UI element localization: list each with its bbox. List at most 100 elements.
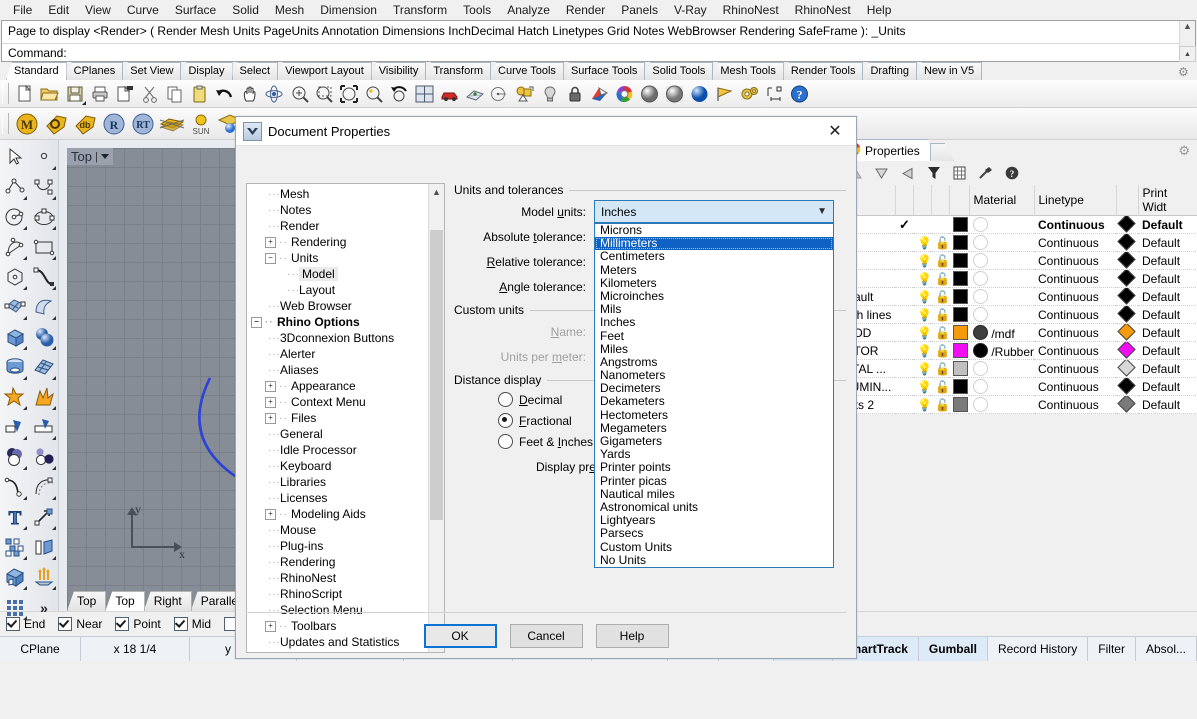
zoom-previous-icon[interactable]	[387, 82, 412, 106]
render-icon[interactable]	[587, 82, 612, 106]
split-icon[interactable]	[29, 412, 58, 442]
layer-color-cell[interactable]	[949, 251, 969, 270]
tree-item-model[interactable]: ··· Model	[247, 266, 428, 282]
toolbar-tab-select[interactable]: Select	[231, 62, 279, 80]
dialog-titlebar[interactable]: Document Properties ✕	[236, 117, 856, 146]
toolbar-tab-surface-tools[interactable]: Surface Tools	[562, 62, 646, 80]
viewport-tab-top-2[interactable]: Top	[105, 591, 145, 611]
tree-item-files[interactable]: + ·· Files	[247, 410, 428, 426]
layer-sheet-icon[interactable]	[947, 162, 972, 184]
lock-icon[interactable]	[562, 82, 587, 106]
layer-lock-cell[interactable]: 🔓	[931, 377, 949, 396]
layer-print-width-cell[interactable]: Default	[1138, 359, 1197, 378]
boolean-two-icon[interactable]	[29, 442, 58, 472]
zoom-extents-icon[interactable]	[337, 82, 362, 106]
tree-item-modeling-aids[interactable]: + ·· Modeling Aids	[247, 506, 428, 522]
layer-lock-cell[interactable]: 🔓	[931, 305, 949, 324]
trim-icon[interactable]	[0, 412, 29, 442]
tree-item-plug-ins[interactable]: ··· Plug-ins	[247, 538, 428, 554]
layer-linetype-cell[interactable]: Continuous	[1034, 305, 1116, 324]
table-row[interactable]: 💡 🔓 Continuous Default	[840, 251, 1197, 270]
col-printcolor[interactable]	[1116, 185, 1139, 216]
select-arrow-icon[interactable]	[0, 142, 29, 172]
toolbar-tab-render-tools[interactable]: Render Tools	[782, 62, 864, 80]
layer-color-cell[interactable]	[949, 269, 969, 288]
layer-color-cell[interactable]	[949, 395, 969, 414]
environment-icon[interactable]	[157, 109, 186, 138]
viewport-menu-caret-icon[interactable]	[100, 154, 109, 159]
materials-M-icon[interactable]: M	[12, 109, 41, 138]
status-cplane[interactable]: CPlane	[0, 637, 81, 661]
tree-item-rhinonest[interactable]: ··· RhinoNest	[247, 570, 428, 586]
toolbar-tab-display[interactable]: Display	[180, 62, 233, 80]
viewport-tab-right[interactable]: Right	[143, 591, 192, 611]
toolbar-tab-mesh-tools[interactable]: Mesh Tools	[712, 62, 784, 80]
layer-lock-cell[interactable]: 🔓	[931, 341, 949, 360]
layer-visible-cell[interactable]: 💡	[913, 377, 931, 396]
tree-item-rendering[interactable]: ··· Rendering	[247, 554, 428, 570]
layer-print-color-cell[interactable]	[1116, 395, 1138, 414]
dropdown-option-microinches[interactable]: Microinches	[595, 289, 833, 303]
car-icon[interactable]	[437, 82, 462, 106]
osnap-end-checkbox[interactable]	[6, 617, 20, 631]
extrude-up-icon[interactable]	[29, 562, 58, 592]
toolbar-grip-2[interactable]	[2, 113, 9, 134]
model-units-dropdown-list[interactable]: Microns Millimeters Centimeters Meters Kilom…	[594, 223, 834, 568]
tree-item-licenses[interactable]: ··· Licenses	[247, 490, 428, 506]
object-properties-O-icon[interactable]	[41, 109, 70, 138]
options-gear-icon[interactable]	[737, 82, 762, 106]
dropdown-option-parsecs[interactable]: Parsecs	[595, 527, 833, 540]
layer-print-width-cell[interactable]: Default	[1138, 305, 1197, 324]
tree-scrollbar[interactable]: ▲ ▼	[428, 184, 444, 652]
dropdown-option-inches[interactable]: Inches	[595, 316, 833, 329]
dropdown-option-printer-picas[interactable]: Printer picas	[595, 474, 833, 488]
save-as-icon[interactable]	[112, 82, 137, 106]
layer-print-width-cell[interactable]: Default	[1138, 341, 1197, 360]
back-arrow-icon[interactable]	[895, 162, 920, 184]
expand-icon[interactable]: +	[265, 412, 276, 424]
layer-linetype-cell[interactable]: Continuous	[1034, 251, 1116, 270]
copy-icon[interactable]	[162, 82, 187, 106]
col-locked[interactable]	[931, 185, 950, 216]
layer-print-width-cell[interactable]: Default	[1138, 323, 1197, 342]
layer-material-cell[interactable]: /Rubber_...	[969, 341, 1034, 360]
layer-current-cell[interactable]: ✓	[895, 215, 913, 234]
dropdown-option-centimeters[interactable]: Centimeters	[595, 250, 833, 263]
cancel-button[interactable]: Cancel	[509, 624, 583, 648]
layer-color-cell[interactable]	[949, 233, 969, 252]
dropdown-option-nautical-miles[interactable]: Nautical miles	[595, 487, 833, 501]
tree-item-rhino-options[interactable]: − ·· Rhino Options	[247, 314, 428, 330]
cut-scissors-icon[interactable]	[137, 82, 162, 106]
expand-icon[interactable]: +	[265, 380, 276, 392]
menu-item-dimension[interactable]: Dimension	[312, 2, 385, 18]
dropdown-option-hectometers[interactable]: Hectometers	[595, 408, 833, 422]
tree-item-rendering[interactable]: + ·· Rendering	[247, 234, 428, 250]
layer-color-cell[interactable]	[949, 305, 969, 324]
offset-curve-icon[interactable]	[29, 472, 58, 502]
layer-material-cell[interactable]	[969, 377, 1034, 396]
col-current[interactable]	[895, 185, 914, 216]
save-icon[interactable]	[62, 82, 87, 106]
boolean-union-icon[interactable]	[0, 382, 29, 412]
layer-visible-cell[interactable]: 💡	[913, 359, 931, 378]
layer-visible-cell[interactable]: 💡	[913, 305, 931, 324]
panel-tab-secondary[interactable]	[930, 143, 954, 161]
tree-item-view[interactable]: +··View	[247, 650, 428, 654]
tree-item-web-browser[interactable]: ··· Web Browser	[247, 298, 428, 314]
tree-item-context-menu[interactable]: + ·· Context Menu	[247, 394, 428, 410]
layer-lock-cell[interactable]: 🔓	[931, 359, 949, 378]
layer-visible-cell[interactable]: 💡	[913, 341, 931, 360]
expand-icon[interactable]: +	[265, 653, 276, 654]
table-row[interactable]: ✓ Continuous Default	[840, 215, 1197, 234]
layer-tag-icon[interactable]: db	[70, 109, 99, 138]
status-toggle-absolute[interactable]: Absol...	[1136, 637, 1197, 661]
toolbar-tab-set-view[interactable]: Set View	[122, 62, 182, 80]
model-units-combobox[interactable]: Inches ▼	[594, 200, 834, 223]
help-icon[interactable]: ?	[787, 82, 812, 106]
menu-item-panels[interactable]: Panels	[613, 2, 666, 18]
layer-visible-cell[interactable]: 💡	[913, 251, 931, 270]
layer-material-cell[interactable]	[969, 251, 1034, 270]
menu-item-curve[interactable]: Curve	[119, 2, 167, 18]
circle-center-icon[interactable]	[487, 82, 512, 106]
layer-lock-cell[interactable]: 🔓	[931, 233, 949, 252]
